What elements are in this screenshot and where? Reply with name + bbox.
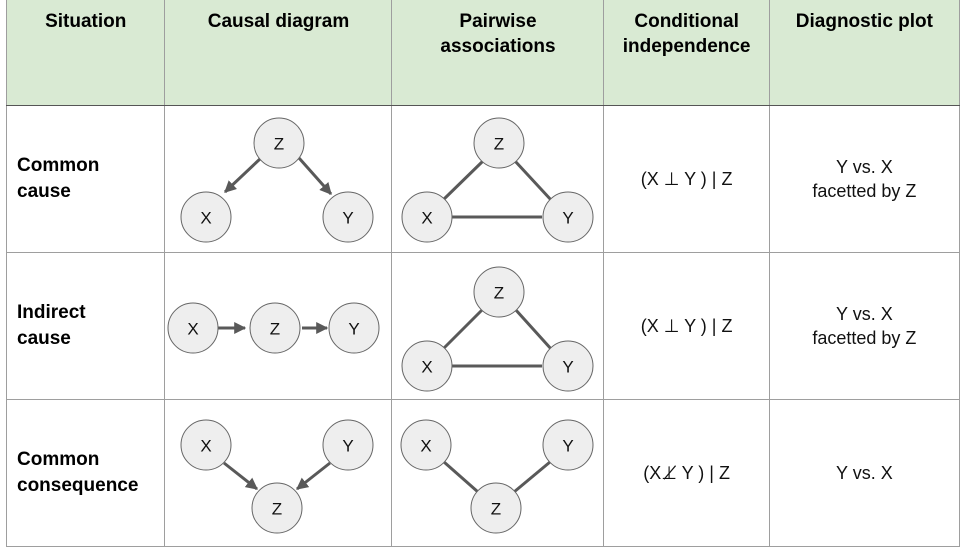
node-z: Z xyxy=(253,117,305,169)
header-row: Situation Causal diagram Pairwise associa… xyxy=(5,0,960,106)
header-causal-diagram-label: Causal diagram xyxy=(207,11,350,32)
pairwise-associations-cell: Z X Y xyxy=(391,105,605,253)
node-z: Z xyxy=(251,482,303,534)
header-pairwise-associations: Pairwise associations xyxy=(391,0,605,106)
node-z: Z xyxy=(473,117,525,169)
conditional-independence-text: (X ⊥ Y ) | Z xyxy=(640,169,733,189)
pairwise-graph-common-cause: Z X Y xyxy=(401,117,594,243)
edge-x-to-z xyxy=(223,461,259,491)
causal-diagram-common-consequence: X Y Z xyxy=(180,419,374,534)
causal-diagram-cell: Z X Y xyxy=(164,105,393,253)
situation-line1: Common xyxy=(17,449,100,470)
situation-line1: Common xyxy=(17,155,100,176)
svg-text:Y: Y xyxy=(349,320,360,339)
node-x: X xyxy=(401,191,453,243)
svg-text:Y: Y xyxy=(563,358,574,377)
node-y: Y xyxy=(542,340,594,392)
svg-text:X: X xyxy=(422,209,433,228)
node-y: Y xyxy=(328,302,380,354)
situation-cell: Common cause xyxy=(5,105,166,253)
header-diagnostic-plot: Diagnostic plot xyxy=(768,0,960,106)
node-y: Y xyxy=(542,419,594,471)
causal-diagram-indirect-cause: X Z Y xyxy=(167,302,380,354)
header-conditional-independence: Conditional independence xyxy=(603,0,770,106)
diagnostic-plot-cell: Y vs. X xyxy=(768,399,960,547)
causal-diagram-cell: X Z Y xyxy=(164,252,393,400)
svg-text:Z: Z xyxy=(494,135,504,154)
node-x: X xyxy=(167,302,219,354)
pairwise-associations-cell: X Y Z xyxy=(391,399,605,547)
svg-text:X: X xyxy=(201,209,212,228)
header-pairwise-line2: associations xyxy=(440,36,556,57)
edge-z-y xyxy=(514,159,554,203)
conditional-independence-cell: (X⊥̸ Y ) | Z xyxy=(603,399,770,547)
header-pairwise-line1: Pairwise xyxy=(459,11,537,32)
node-y: Y xyxy=(322,191,374,243)
node-x: X xyxy=(180,419,232,471)
svg-text:Z: Z xyxy=(270,320,280,339)
node-x: X xyxy=(401,340,453,392)
edge-x-z xyxy=(443,460,480,494)
situation-cell: Indirect cause xyxy=(5,252,166,400)
svg-text:Y: Y xyxy=(343,209,354,228)
svg-text:X: X xyxy=(201,437,212,456)
diagnostic-line1: Y vs. X xyxy=(836,157,893,177)
node-y: Y xyxy=(542,191,594,243)
edge-z-x xyxy=(441,307,485,352)
svg-text:Y: Y xyxy=(563,209,574,228)
svg-text:X: X xyxy=(188,320,199,339)
edge-z-x xyxy=(441,159,485,203)
header-situation: Situation xyxy=(5,0,166,106)
node-z: Z xyxy=(470,482,522,534)
causal-situations-table: Situation Causal diagram Pairwise associa… xyxy=(5,0,960,547)
svg-text:Z: Z xyxy=(272,500,282,519)
header-situation-label: Situation xyxy=(45,11,127,32)
situation-line2: cause xyxy=(17,328,71,349)
svg-text:X: X xyxy=(421,437,432,456)
node-x: X xyxy=(400,419,452,471)
header-cond-line1: Conditional xyxy=(634,11,739,32)
situation-line1: Indirect xyxy=(17,302,86,323)
diagnostic-line1: Y vs. X xyxy=(836,304,893,324)
edge-z-to-x xyxy=(224,156,263,194)
table-row-common-cause: Common cause Z X Y Z X Y (X ⊥ Y) | Z Y … xyxy=(5,105,960,253)
svg-text:Z: Z xyxy=(494,284,504,303)
diagnostic-line2: facetted by Z xyxy=(812,181,917,201)
conditional-independence-cell: (X ⊥ Y ) | Z xyxy=(603,252,770,400)
node-z: Z xyxy=(473,266,525,318)
conditional-independence-text: (X⊥̸ Y ) | Z xyxy=(643,463,730,483)
diagnostic-plot-cell: Y vs. X facetted by Z xyxy=(768,105,960,253)
conditional-independence-cell: (X ⊥ Y ) | Z xyxy=(603,105,770,253)
diagnostic-line2: facetted by Z xyxy=(812,328,917,348)
svg-text:Z: Z xyxy=(491,500,501,519)
node-y: Y xyxy=(322,419,374,471)
svg-text:Y: Y xyxy=(563,437,574,456)
pairwise-graph-indirect-cause: Z X Y xyxy=(401,266,594,392)
svg-text:Z: Z xyxy=(274,135,284,154)
svg-text:Y: Y xyxy=(343,437,354,456)
causal-diagram-cell: X Y Z xyxy=(164,399,393,547)
situation-cell: Common consequence xyxy=(5,399,166,547)
edge-z-to-y xyxy=(298,157,333,195)
header-cond-line2: independence xyxy=(622,36,751,57)
node-x: X xyxy=(180,191,232,243)
conditional-independence-text: (X ⊥ Y ) | Z xyxy=(640,316,733,336)
svg-text:X: X xyxy=(422,358,433,377)
situation-line2: consequence xyxy=(17,475,139,496)
edge-y-to-z xyxy=(296,461,332,491)
node-z: Z xyxy=(249,302,301,354)
table-row-indirect-cause: Indirect cause X Z Y Z X Y (X ⊥ Y) | Z … xyxy=(5,252,960,400)
diagnostic-plot-cell: Y vs. X facetted by Z xyxy=(768,252,960,400)
diagnostic-line1: Y vs. X xyxy=(836,463,893,483)
pairwise-associations-cell: Z X Y xyxy=(391,252,605,400)
situation-line2: cause xyxy=(17,181,71,202)
edge-z-y xyxy=(514,307,554,352)
table-row-common-consequence: Common consequence X Y Z X Y Z (X⊥̸ Y) … xyxy=(5,399,960,547)
header-diagnostic-label: Diagnostic plot xyxy=(795,11,933,32)
header-causal-diagram: Causal diagram xyxy=(164,0,393,106)
causal-diagram-common-cause: Z X Y xyxy=(180,117,374,243)
edge-y-z xyxy=(513,460,552,494)
pairwise-graph-common-consequence: X Y Z xyxy=(400,419,594,534)
